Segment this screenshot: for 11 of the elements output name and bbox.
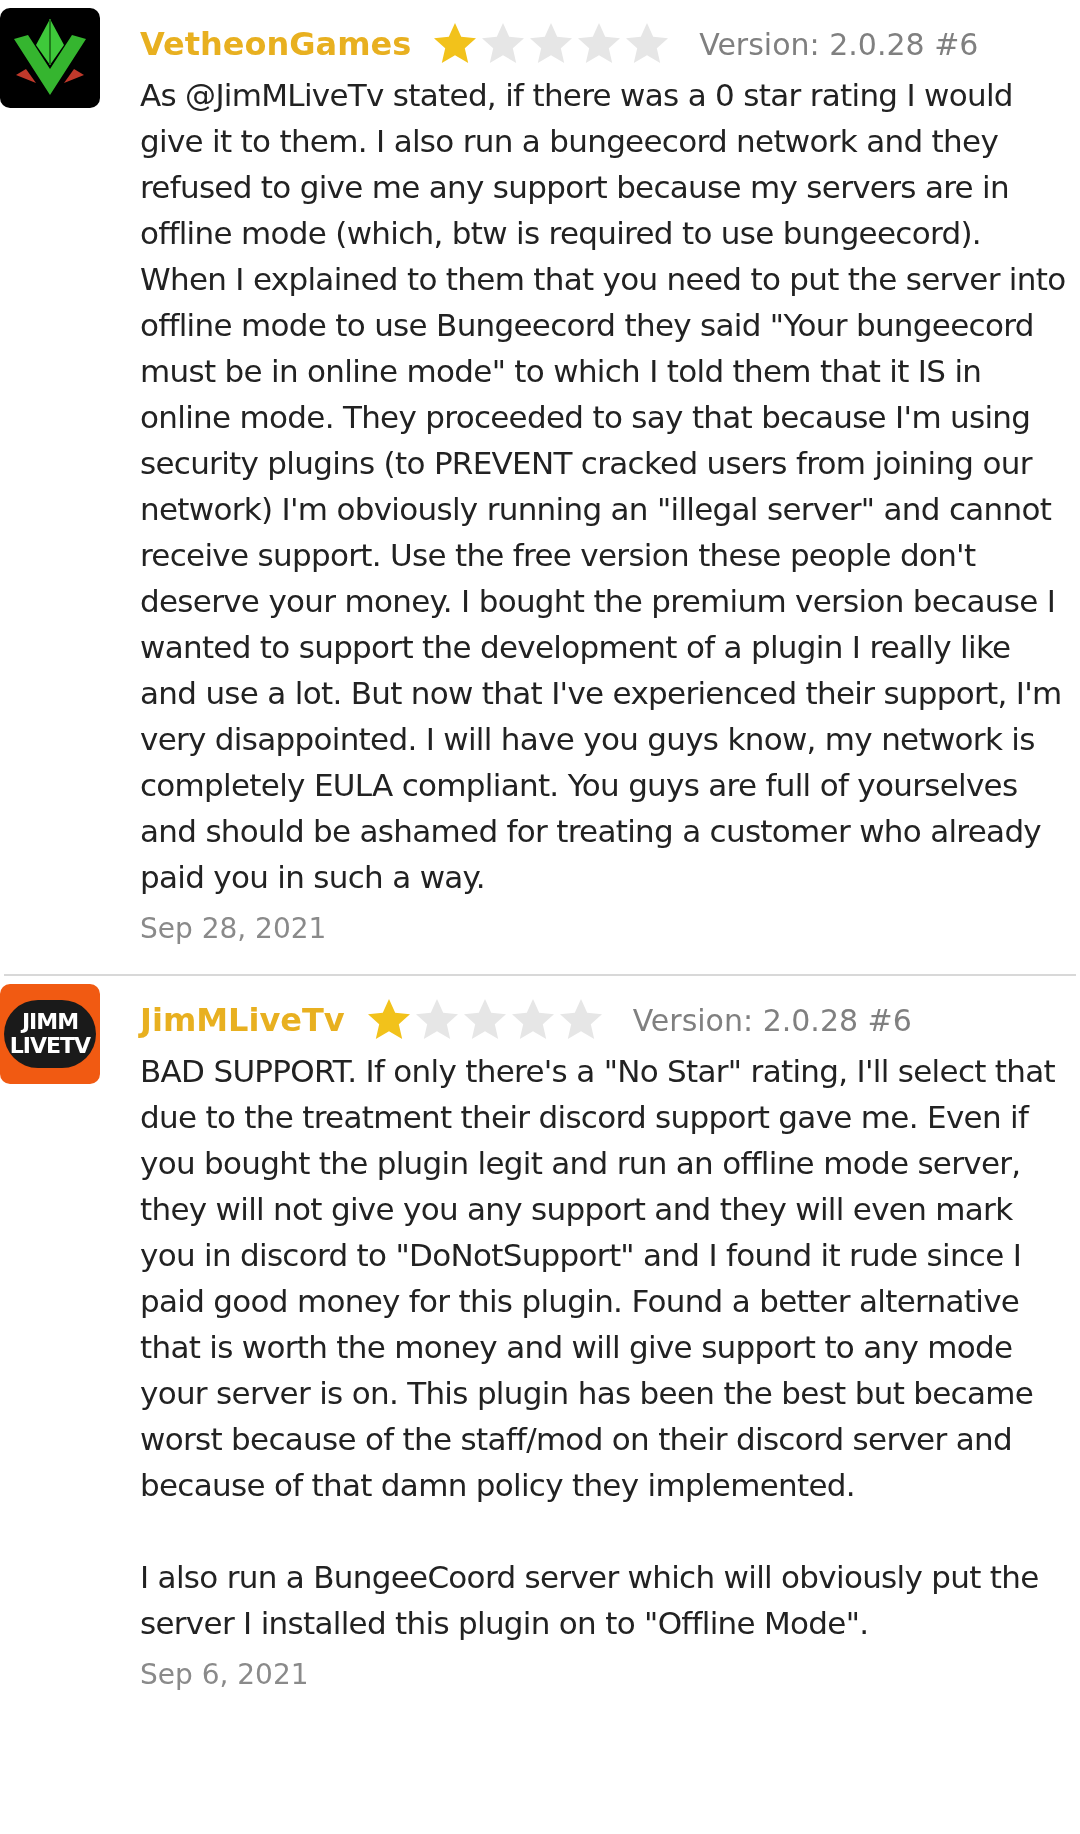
logo-text: JIMM — [21, 1010, 79, 1034]
review-text: BAD SUPPORT. If only there's a "No Star" rating, I'll select that due to the treatment their discord support gave me. Even if you bought the plugin legit and run an offline mode server, they will not give you any support and they will even mark you in discord to "DoNotSupport" and I found it rude since I paid good money for this plugin. Found a better alternative that is worth the money and will give support to any mode your server is on. This plugin has been the best but became worst because of the staff/mod on their discord server and because of that damn policy they implemented. — [140, 1052, 1056, 1505]
version-label: Version: 2.0.28 #6 — [699, 25, 979, 64]
review-text: I also run a BungeeCoord server which will obviously put the server I installed this plugin on to "Offline Mode". — [140, 1558, 1040, 1643]
author-name[interactable]: JimMLiveTv — [140, 996, 345, 1044]
review-text: As @JimMLiveTv stated, if there was a 0 star rating I would give it to them. I also run a bungeecord network and they refused to give me any support because my servers are in offline mode (which, btw is required to use bungeecord). When I explained to them that you need to put the server into offline mode to use Bungeecord they said "Your bungeecord must be in online mode" to which I told them that it IS in online mode. They proceeded to say that because I'm using security plugins (to PREVENT cracked users from joining our network) I'm obviously running an "illegal server" and cannot receive support. Use the free version these people don't deserve your money. I bought the premium version because I wanted to support the development of a plugin I really like and use a lot. But now that I've experienced their support, I'm very disappointed. I will have you guys know, my network is completely EULA compliant. You guys are full of yourselves and should be ashamed for treating a customer who already paid you in such a way. — [140, 76, 1067, 897]
author-name[interactable]: VetheonGames — [140, 20, 412, 68]
logo-text: LIVETV — [9, 1034, 91, 1058]
version-label: Version: 2.0.28 #6 — [632, 1001, 912, 1040]
review-date: Sep 28, 2021 — [140, 911, 328, 947]
review-date: Sep 6, 2021 — [140, 1657, 310, 1693]
